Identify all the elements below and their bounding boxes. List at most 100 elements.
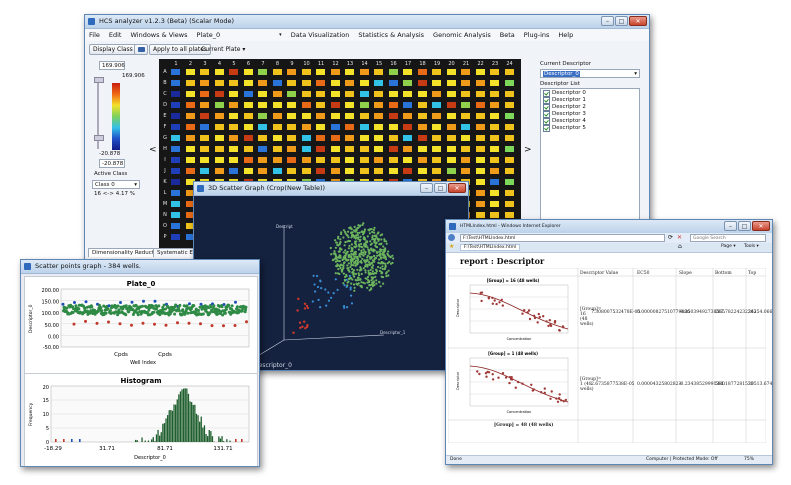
plate-well[interactable] xyxy=(301,91,311,97)
plate-well[interactable] xyxy=(229,91,238,97)
plate-well[interactable] xyxy=(258,146,267,152)
plate-well[interactable] xyxy=(432,80,441,86)
menu-edit[interactable]: Edit xyxy=(109,31,122,39)
plate-well[interactable] xyxy=(287,157,296,163)
plate-well[interactable] xyxy=(374,157,383,163)
plate-well[interactable] xyxy=(330,168,340,174)
plate-well[interactable] xyxy=(171,223,180,229)
plate-well[interactable] xyxy=(243,91,253,97)
plate-well[interactable] xyxy=(388,80,398,86)
plate-well[interactable] xyxy=(214,80,224,86)
plate-well[interactable] xyxy=(316,113,325,119)
plate-well[interactable] xyxy=(490,69,499,75)
plate-well[interactable] xyxy=(287,69,296,75)
plate-well[interactable] xyxy=(171,69,180,75)
plate-well[interactable] xyxy=(229,102,238,108)
plate-well[interactable] xyxy=(388,69,398,75)
plate-well[interactable] xyxy=(388,135,398,141)
plate-well[interactable] xyxy=(229,69,238,75)
plate-well[interactable] xyxy=(316,135,325,141)
plate-well[interactable] xyxy=(287,146,296,152)
plate-well[interactable] xyxy=(258,157,267,163)
plate-well[interactable] xyxy=(374,102,383,108)
plate-well[interactable] xyxy=(185,113,195,119)
plate-well[interactable] xyxy=(345,157,354,163)
plate-well[interactable] xyxy=(475,135,485,141)
plate-well[interactable] xyxy=(504,146,514,152)
plate-well[interactable] xyxy=(490,179,499,185)
plate-well[interactable] xyxy=(200,135,209,141)
favorites-star-icon[interactable]: ★ xyxy=(449,243,454,250)
plate-well[interactable] xyxy=(388,146,398,152)
minimize-button[interactable]: – xyxy=(724,221,737,231)
plate-well[interactable] xyxy=(171,146,180,152)
plate-well[interactable] xyxy=(258,135,267,141)
plate-well[interactable] xyxy=(171,212,180,218)
plate-well[interactable] xyxy=(185,124,195,130)
plate-well[interactable] xyxy=(446,80,456,86)
plate-well[interactable] xyxy=(200,69,209,75)
list-item[interactable]: Descriptor 3 xyxy=(543,111,637,118)
plate-well[interactable] xyxy=(229,135,238,141)
plate-well[interactable] xyxy=(171,190,180,196)
plate-well[interactable] xyxy=(214,113,224,119)
plate-well[interactable] xyxy=(316,69,325,75)
search-input[interactable]: Google Search xyxy=(690,234,766,242)
plate-well[interactable] xyxy=(301,124,311,130)
plate-well[interactable] xyxy=(330,124,340,130)
menu-plugins[interactable]: Plug-ins xyxy=(524,31,550,39)
plate-well[interactable] xyxy=(272,80,282,86)
plate-well[interactable] xyxy=(229,113,238,119)
plate-well[interactable] xyxy=(258,69,267,75)
plate-well[interactable] xyxy=(504,124,514,130)
plate-well[interactable] xyxy=(359,157,369,163)
plate-well[interactable] xyxy=(475,102,485,108)
plate-well[interactable] xyxy=(345,102,354,108)
plate-well[interactable] xyxy=(417,80,427,86)
close-button[interactable]: ✕ xyxy=(629,16,647,26)
plate-well[interactable] xyxy=(359,135,369,141)
browser-tab[interactable]: F:\Test\HTMLIndex.html xyxy=(460,244,521,251)
plate-well[interactable] xyxy=(171,179,180,185)
plate-well[interactable] xyxy=(417,135,427,141)
plate-well[interactable] xyxy=(403,102,412,108)
plate-well[interactable] xyxy=(229,168,238,174)
plate-well[interactable] xyxy=(214,135,224,141)
plate-well[interactable] xyxy=(446,102,456,108)
plate-well[interactable] xyxy=(171,135,180,141)
plate-well[interactable] xyxy=(374,135,383,141)
checkbox-checked-icon[interactable] xyxy=(543,111,550,118)
plate-well[interactable] xyxy=(243,113,253,119)
plate-well[interactable] xyxy=(417,91,427,97)
plate-well[interactable] xyxy=(504,69,514,75)
plate-well[interactable] xyxy=(287,113,296,119)
plate-well[interactable] xyxy=(301,69,311,75)
checkbox-checked-icon[interactable] xyxy=(543,90,550,97)
plate-well[interactable] xyxy=(200,102,209,108)
plate-well[interactable] xyxy=(316,80,325,86)
plate-well[interactable] xyxy=(417,168,427,174)
plate-well[interactable] xyxy=(388,91,398,97)
plate-well[interactable] xyxy=(243,124,253,130)
list-item[interactable]: Descriptor 5 xyxy=(543,125,637,132)
menu-data-visualization[interactable]: Data Visualization xyxy=(291,31,350,39)
plate-well[interactable] xyxy=(330,91,340,97)
plate-well[interactable] xyxy=(490,135,499,141)
scale-min-input[interactable]: -20.878 xyxy=(99,159,125,168)
plate-well[interactable] xyxy=(171,91,180,97)
plate-well[interactable] xyxy=(490,113,499,119)
plate-well[interactable] xyxy=(345,80,354,86)
plate-well[interactable] xyxy=(432,135,441,141)
plate-well[interactable] xyxy=(475,146,485,152)
plate-well[interactable] xyxy=(490,146,499,152)
plate-well[interactable] xyxy=(446,113,456,119)
plate-well[interactable] xyxy=(359,69,369,75)
plate-well[interactable] xyxy=(229,80,238,86)
plate-well[interactable] xyxy=(504,113,514,119)
plate-well[interactable] xyxy=(185,168,195,174)
checkbox-checked-icon[interactable] xyxy=(543,104,550,111)
plate-well[interactable] xyxy=(403,80,412,86)
plate-well[interactable] xyxy=(403,113,412,119)
plate-well[interactable] xyxy=(461,168,470,174)
plate-well[interactable] xyxy=(258,168,267,174)
